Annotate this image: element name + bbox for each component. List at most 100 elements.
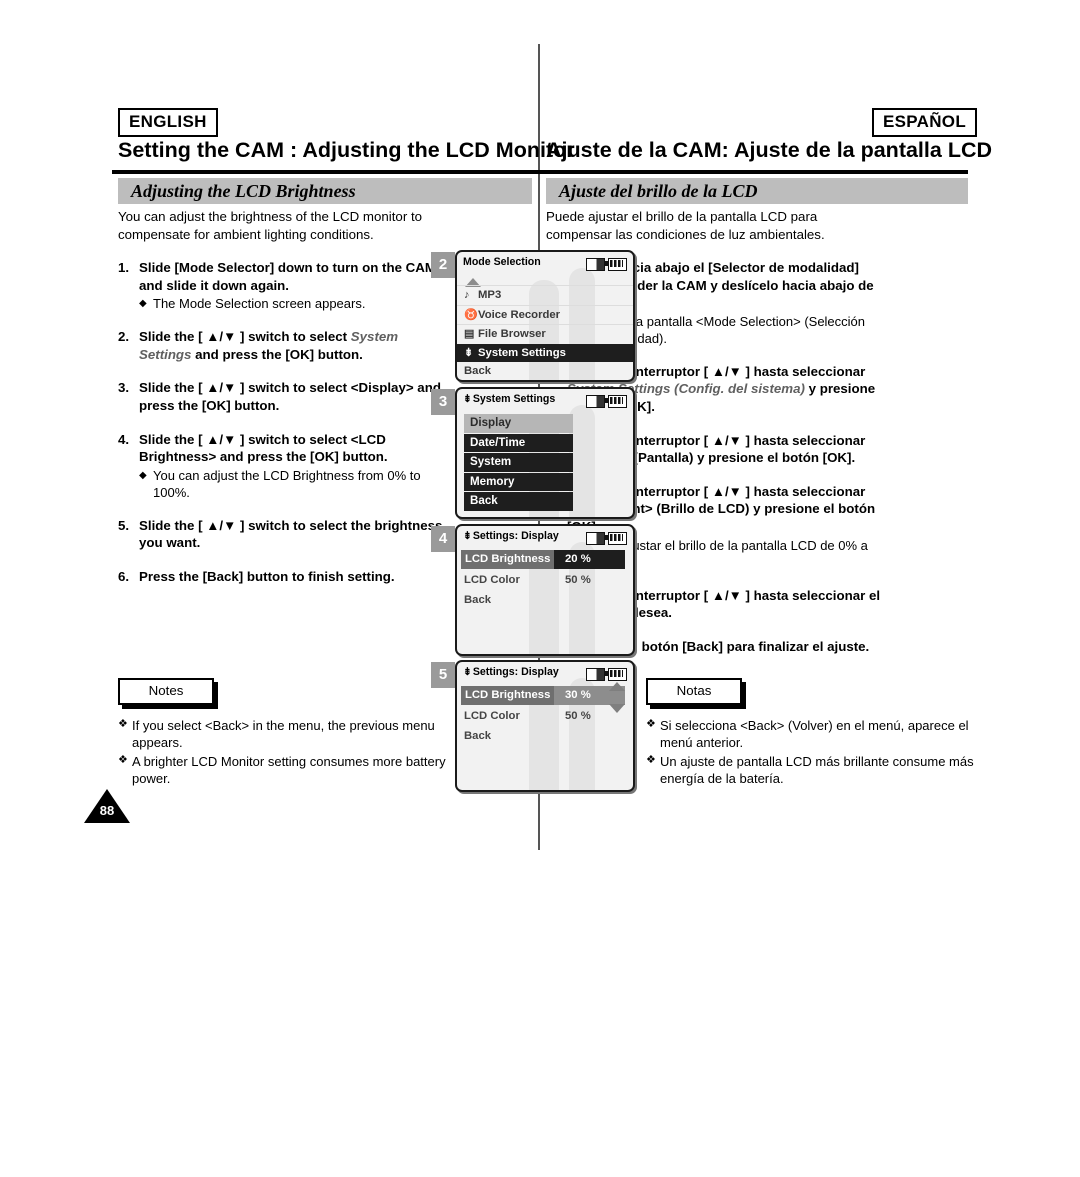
- chapter-title-row: Setting the CAM : Adjusting the LCD Moni…: [112, 134, 992, 168]
- spanish-notes-label: Notas: [676, 683, 712, 698]
- setting-lcd-brightness-label: LCD Brightness: [461, 550, 555, 569]
- section-header-spanish-label: Ajuste del brillo de la LCD: [559, 181, 758, 201]
- music-note-icon: ♪: [464, 289, 470, 301]
- lcd-menu-body: LCD Brightness 30 % LCD Color 50 % Back: [457, 686, 633, 746]
- lcd-header: ⇟ Settings: Display: [457, 662, 633, 684]
- setting-lcd-color[interactable]: LCD Color 50 %: [457, 571, 633, 590]
- english-notes-list: If you select <Back> in the menu, the pr…: [118, 716, 458, 788]
- tools-icon: ⇟: [463, 393, 472, 405]
- spanish-intro: Puede ajustar el brillo de la pantalla L…: [546, 209, 825, 242]
- english-step-4-number: 4.: [118, 431, 130, 447]
- memory-card-icon: [586, 668, 605, 682]
- settings-item-memory[interactable]: Memory: [464, 472, 573, 491]
- english-step-1: 1. Slide [Mode Selector] down to turn on …: [118, 259, 454, 312]
- lcd-status-icons: [586, 530, 627, 548]
- lcd-title: System Settings: [472, 393, 556, 405]
- english-step-6: 6. Press the [Back] button to finish sett…: [118, 568, 454, 586]
- english-steps: 1. Slide [Mode Selector] down to turn on …: [118, 259, 454, 586]
- lcd-screen-display-settings-30: ⇟ Settings: Display LCD Brightness 30 % L…: [455, 660, 635, 792]
- english-step-1-number: 1.: [118, 260, 130, 275]
- triangle-up-icon[interactable]: [609, 682, 625, 691]
- memory-card-icon: [586, 395, 605, 409]
- setting-back[interactable]: Back: [457, 727, 633, 746]
- menu-item-file-browser[interactable]: ▤ File Browser: [457, 324, 633, 344]
- lcd-title: Settings: Display: [472, 530, 559, 542]
- english-note-1: If you select <Back> in the menu, the pr…: [118, 716, 458, 752]
- setting-lcd-brightness[interactable]: LCD Brightness 20 %: [457, 550, 633, 569]
- spanish-note-2: Un ajuste de pantalla LCD más brillante …: [646, 752, 986, 788]
- battery-icon: [605, 532, 627, 546]
- scroll-up-indicator[interactable]: [457, 274, 633, 287]
- chapter-title-spanish: Ajuste de la CAM: Ajuste de la pantalla …: [546, 138, 992, 162]
- setting-lcd-color-label: LCD Color: [464, 573, 520, 586]
- english-notes-block: Notes If you select <Back> in the menu, …: [118, 678, 458, 788]
- lcd-header: Mode Selection: [457, 252, 633, 274]
- english-step-4-bullet: You can adjust the LCD Brightness from 0…: [139, 467, 454, 501]
- english-note-2: A brighter LCD Monitor setting consumes …: [118, 752, 458, 788]
- spanish-notes-block: Notas Si selecciona <Back> (Volver) en e…: [646, 678, 986, 788]
- title-underline-rule: [112, 170, 968, 174]
- setting-lcd-color-value: 50 %: [565, 709, 591, 722]
- page-number-badge: 88: [84, 789, 130, 823]
- menu-item-mp3[interactable]: ♪ MP3: [457, 285, 633, 305]
- english-step-6-text: Press the [Back] button to finish settin…: [139, 568, 395, 584]
- section-header-english-label: Adjusting the LCD Brightness: [131, 181, 356, 201]
- memory-card-icon: [586, 258, 605, 272]
- english-step-1-bullet: The Mode Selection screen appears.: [139, 295, 454, 312]
- step-badge-3: 3: [431, 389, 455, 415]
- section-header-english: Adjusting the LCD Brightness: [118, 178, 532, 204]
- english-step-2-text-pre: Slide the [ ▲/▼ ] switch to select: [139, 329, 351, 345]
- settings-item-date-time[interactable]: Date/Time: [464, 433, 573, 452]
- document-icon: ▤: [464, 328, 475, 340]
- memory-card-icon: [586, 532, 605, 546]
- english-step-3: 3. Slide the [ ▲/▼ ] switch to select <Di…: [118, 379, 454, 414]
- english-notes-label-box: Notes: [118, 678, 214, 705]
- setting-lcd-brightness-label: LCD Brightness: [461, 686, 555, 705]
- tools-icon: ⇟: [464, 346, 474, 359]
- english-notes-label: Notes: [148, 683, 184, 698]
- settings-item-display[interactable]: Display: [464, 414, 573, 433]
- lcd-header: ⇟ Settings: Display: [457, 526, 633, 548]
- setting-back[interactable]: Back: [457, 591, 633, 610]
- menu-item-voice-recorder[interactable]: ♉Voice Recorder: [457, 304, 633, 325]
- english-step-3-text: Slide the [ ▲/▼ ] switch to select <Disp…: [139, 380, 441, 413]
- english-step-5-number: 5.: [118, 517, 130, 533]
- setting-lcd-color-value: 50 %: [565, 573, 591, 586]
- step-badge-5: 5: [431, 662, 455, 688]
- english-step-2-number: 2.: [118, 329, 130, 345]
- page-number-value: 88: [99, 803, 115, 818]
- english-step-5: 5. Slide the [ ▲/▼ ] switch to select the…: [118, 517, 454, 552]
- lcd-screen-system-settings: ⇟ System Settings Display Date/Time Syste…: [455, 387, 635, 519]
- setting-lcd-brightness[interactable]: LCD Brightness 30 %: [457, 686, 633, 705]
- lcd-menu-body: ♪ MP3 ♉Voice Recorder ▤ File Browser ⇟ Syst…: [457, 274, 633, 380]
- settings-item-system[interactable]: System: [464, 453, 573, 472]
- step-badge-4: 4: [431, 526, 455, 552]
- setting-lcd-color-label: LCD Color: [464, 709, 520, 722]
- english-step-1-text: Slide [Mode Selector] down to turn on th…: [139, 260, 436, 293]
- english-step-4-text: Slide the [ ▲/▼ ] switch to select <LCD …: [139, 431, 388, 465]
- setting-lcd-brightness-value: 20 %: [565, 553, 591, 565]
- language-badge-spanish: ESPAÑOL: [872, 108, 978, 137]
- english-step-2: 2. Slide the [ ▲/▼ ] switch to select Sys…: [118, 328, 454, 363]
- lcd-menu-body: LCD Brightness 20 % LCD Color 50 % Back: [457, 550, 633, 610]
- spanish-note-1: Si selecciona <Back> (Volver) en el menú…: [646, 716, 986, 752]
- english-step-4: 4. Slide the [ ▲/▼ ] switch to select <LC…: [118, 431, 454, 501]
- microphone-icon: ♉: [464, 308, 478, 321]
- english-step-6-number: 6.: [118, 568, 130, 584]
- english-column: You can adjust the brightness of the LCD…: [118, 208, 454, 586]
- menu-item-system-settings[interactable]: ⇟ System Settings: [457, 343, 633, 362]
- settings-item-back[interactable]: Back: [464, 492, 573, 511]
- lcd-status-icons: [586, 256, 627, 274]
- brightness-scroll-arrows[interactable]: [609, 682, 625, 713]
- triangle-down-icon[interactable]: [609, 704, 625, 713]
- lcd-status-icons: [586, 393, 627, 411]
- menu-item-voice-recorder-label: Voice Recorder: [478, 308, 561, 321]
- battery-icon: [605, 395, 627, 409]
- english-step-3-number: 3.: [118, 380, 130, 396]
- english-step-5-text: Slide the [ ▲/▼ ] switch to select the b…: [139, 517, 443, 551]
- battery-icon: [605, 668, 627, 682]
- tools-icon: ⇟: [463, 666, 472, 678]
- setting-lcd-brightness-value: 30 %: [565, 689, 591, 701]
- menu-item-back[interactable]: Back: [457, 362, 633, 380]
- setting-lcd-color[interactable]: LCD Color 50 %: [457, 707, 633, 726]
